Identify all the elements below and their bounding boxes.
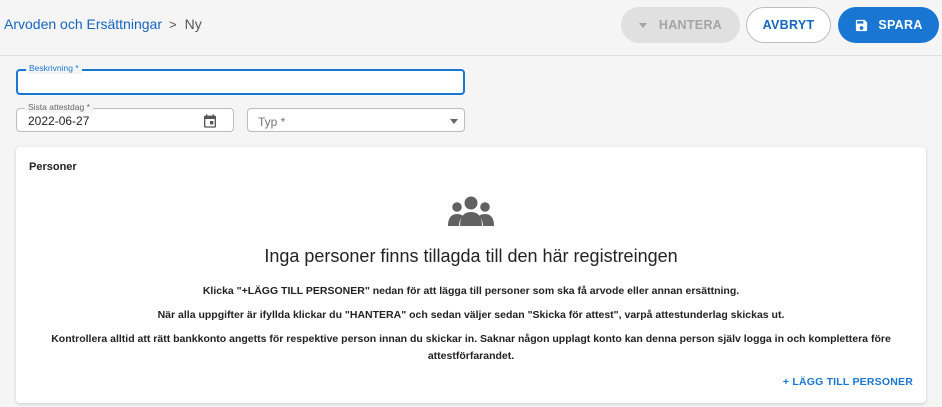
cancel-button-label: AVBRYT [762,18,815,32]
calendar-icon[interactable] [202,113,218,134]
manage-button[interactable]: HANTERA [621,7,740,43]
breadcrumb-parent-link[interactable]: Arvoden och Ersättningar [4,16,162,32]
persons-card: Personer Inga personer finns tillagda ti… [16,147,926,403]
description-field[interactable]: Beskrivning * [16,63,465,95]
top-bar: Arvoden och Ersättningar > Ny HANTERA AV… [0,0,942,56]
description-label: Beskrivning * [26,63,82,74]
type-select[interactable]: Typ * [247,108,465,132]
last-attest-date-field[interactable]: Sista attestdag * 2022-06-27 [16,102,234,134]
caret-down-icon [638,22,647,28]
breadcrumb-separator: > [168,16,177,32]
info-text-add: Klicka "+LÄGG TILL PERSONER" nedan för a… [202,285,740,297]
add-persons-button[interactable]: + LÄGG TILL PERSONER [783,376,913,388]
persons-title: Personer [29,161,77,173]
dropdown-caret-icon [450,119,458,124]
manage-button-label: HANTERA [658,18,723,32]
last-attest-date-label: Sista attestdag * [25,102,93,113]
save-button[interactable]: SPARA [838,7,939,43]
save-button-label: SPARA [878,18,923,32]
info-text-manage: När alla uppgifter är ifyllda klickar du… [157,309,785,321]
breadcrumb: Arvoden och Ersättningar > Ny [4,16,202,32]
people-group-icon [447,195,495,232]
floppy-disk-icon [854,18,869,33]
cancel-button[interactable]: AVBRYT [746,7,831,43]
last-attest-date-value: 2022-06-27 [28,114,90,128]
empty-state-title: Inga personer finns tillagda till den hä… [264,246,678,266]
info-text-bank-account: Kontrollera alltid att rätt bankkonto an… [51,333,891,362]
breadcrumb-current: Ny [184,16,202,32]
type-placeholder: Typ * [258,115,286,129]
